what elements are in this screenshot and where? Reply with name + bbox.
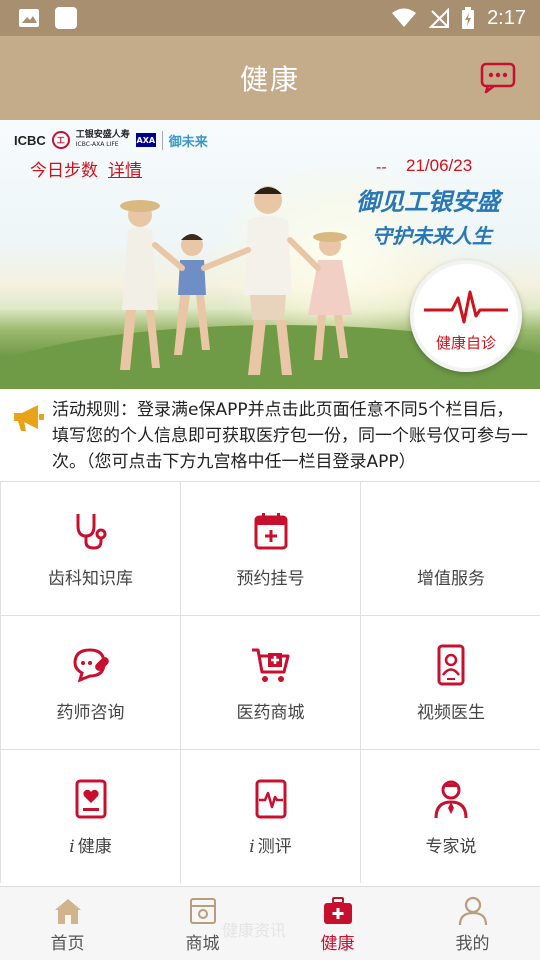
health-self-check-button[interactable]: 健康自诊: [410, 260, 522, 372]
pill-chat-icon: [72, 648, 109, 683]
icbc-logo: ICBC: [14, 132, 46, 148]
heartbeat-icon: [424, 290, 508, 324]
grid-item-label: i 健康: [1, 832, 180, 857]
wifi-icon: [392, 8, 417, 27]
brand-logos: ICBC 工 工银安盛人寿 ICBC-AXA LIFE AXA 御未来: [14, 130, 208, 150]
home-icon: [54, 899, 81, 924]
app-square-icon: [55, 7, 77, 29]
nav-item-label: 首页: [50, 934, 85, 954]
service-grid: 齿科知识库 预约挂号 增值服务 药师咨询 医药商城 视频医生 i 健康 i 测评…: [0, 481, 540, 883]
steps-label: 今日步数: [30, 161, 98, 181]
grid-item-pharmacist-consult[interactable]: 药师咨询: [1, 616, 180, 749]
grid-item-prefix: i: [69, 837, 75, 857]
grid-item-label: 医药商城: [236, 703, 305, 723]
grid-item-i-assessment[interactable]: i 测评: [181, 750, 360, 883]
chat-bubble-icon[interactable]: [480, 62, 516, 94]
grid-item-label: 专家说: [425, 837, 477, 857]
grid-item-pharmacy-mall[interactable]: 医药商城: [181, 616, 360, 749]
nav-item-label: 健康: [320, 934, 355, 954]
nav-item-label: 商城: [185, 934, 220, 954]
health-self-check-label: 健康自诊: [435, 334, 496, 352]
ecg-document-icon: [255, 779, 286, 819]
activity-rules-text: 活动规则：登录满e保APP并点击此页面任意不同5个栏目后，填写您的个人信息即可获…: [52, 400, 528, 472]
expert-doctor-icon: [434, 780, 468, 819]
family-illustration: [120, 186, 352, 375]
company-name-en: ICBC-AXA LIFE: [75, 141, 119, 148]
medical-cart-icon: [251, 648, 289, 682]
image-icon: [19, 9, 39, 27]
nav-item-label: 我的: [455, 934, 490, 954]
battery-charging-icon: [462, 7, 475, 29]
date: 21/06/23: [406, 156, 473, 175]
grid-item-label: i 测评: [181, 832, 360, 857]
bottom-navigation: 健康资讯 首页 商城 健康 我的: [0, 886, 540, 960]
heart-document-icon: [75, 779, 106, 819]
shop-icon: [189, 898, 216, 924]
nav-item-health[interactable]: 健康: [270, 887, 405, 960]
activity-notice[interactable]: 活动规则：登录满e保APP并点击此页面任意不同5个栏目后，填写您的个人信息即可获…: [0, 389, 540, 481]
medical-kit-icon: [323, 897, 352, 924]
grid-item-label-text: 健康: [77, 837, 112, 857]
megaphone-icon: [14, 405, 44, 431]
page-title: 健康: [239, 63, 300, 96]
grid-item-label: 视频医生: [417, 703, 485, 723]
status-bar: 2:17: [0, 0, 540, 36]
grid-item-prefix: i: [249, 837, 255, 857]
no-signal-icon: [429, 8, 450, 28]
company-name: 工银安盛人寿 ICBC-AXA LIFE: [76, 130, 130, 150]
brand-logo: 御未来: [161, 130, 208, 150]
grid-item-i-health[interactable]: i 健康: [1, 750, 180, 883]
grid-item-appointment[interactable]: 预约挂号: [181, 482, 360, 615]
axa-logo: AXA: [135, 133, 156, 147]
grid-item-dental-knowledge[interactable]: 齿科知识库: [1, 482, 180, 615]
nav-item-home[interactable]: 首页: [0, 887, 135, 960]
nav-item-shop[interactable]: 商城: [135, 887, 270, 960]
banner[interactable]: ICBC 工 工银安盛人寿 ICBC-AXA LIFE AXA 御未来 今日步数…: [0, 120, 540, 389]
grid-item-video-doctor[interactable]: 视频医生: [361, 616, 540, 749]
icbc-mark: 工: [51, 131, 70, 149]
stethoscope-icon: [76, 514, 106, 550]
calendar-plus-icon: [254, 513, 287, 550]
person-icon: [458, 896, 487, 926]
grid-item-label: 药师咨询: [56, 703, 125, 723]
grid-item-value-added-services[interactable]: 增值服务: [361, 482, 540, 615]
grid-item-label: 增值服务: [417, 569, 485, 589]
video-doctor-icon: [437, 644, 465, 686]
nav-item-mine[interactable]: 我的: [405, 887, 540, 960]
grid-item-label-text: 测评: [257, 837, 292, 857]
grid-item-label: 齿科知识库: [48, 569, 133, 589]
clock: 2:17: [487, 6, 526, 29]
app-bar: 健康: [0, 36, 540, 120]
grid-item-expert-talk[interactable]: 专家说: [361, 750, 540, 883]
company-name-cn: 工银安盛人寿: [75, 130, 130, 140]
grid-item-label: 预约挂号: [236, 569, 305, 589]
